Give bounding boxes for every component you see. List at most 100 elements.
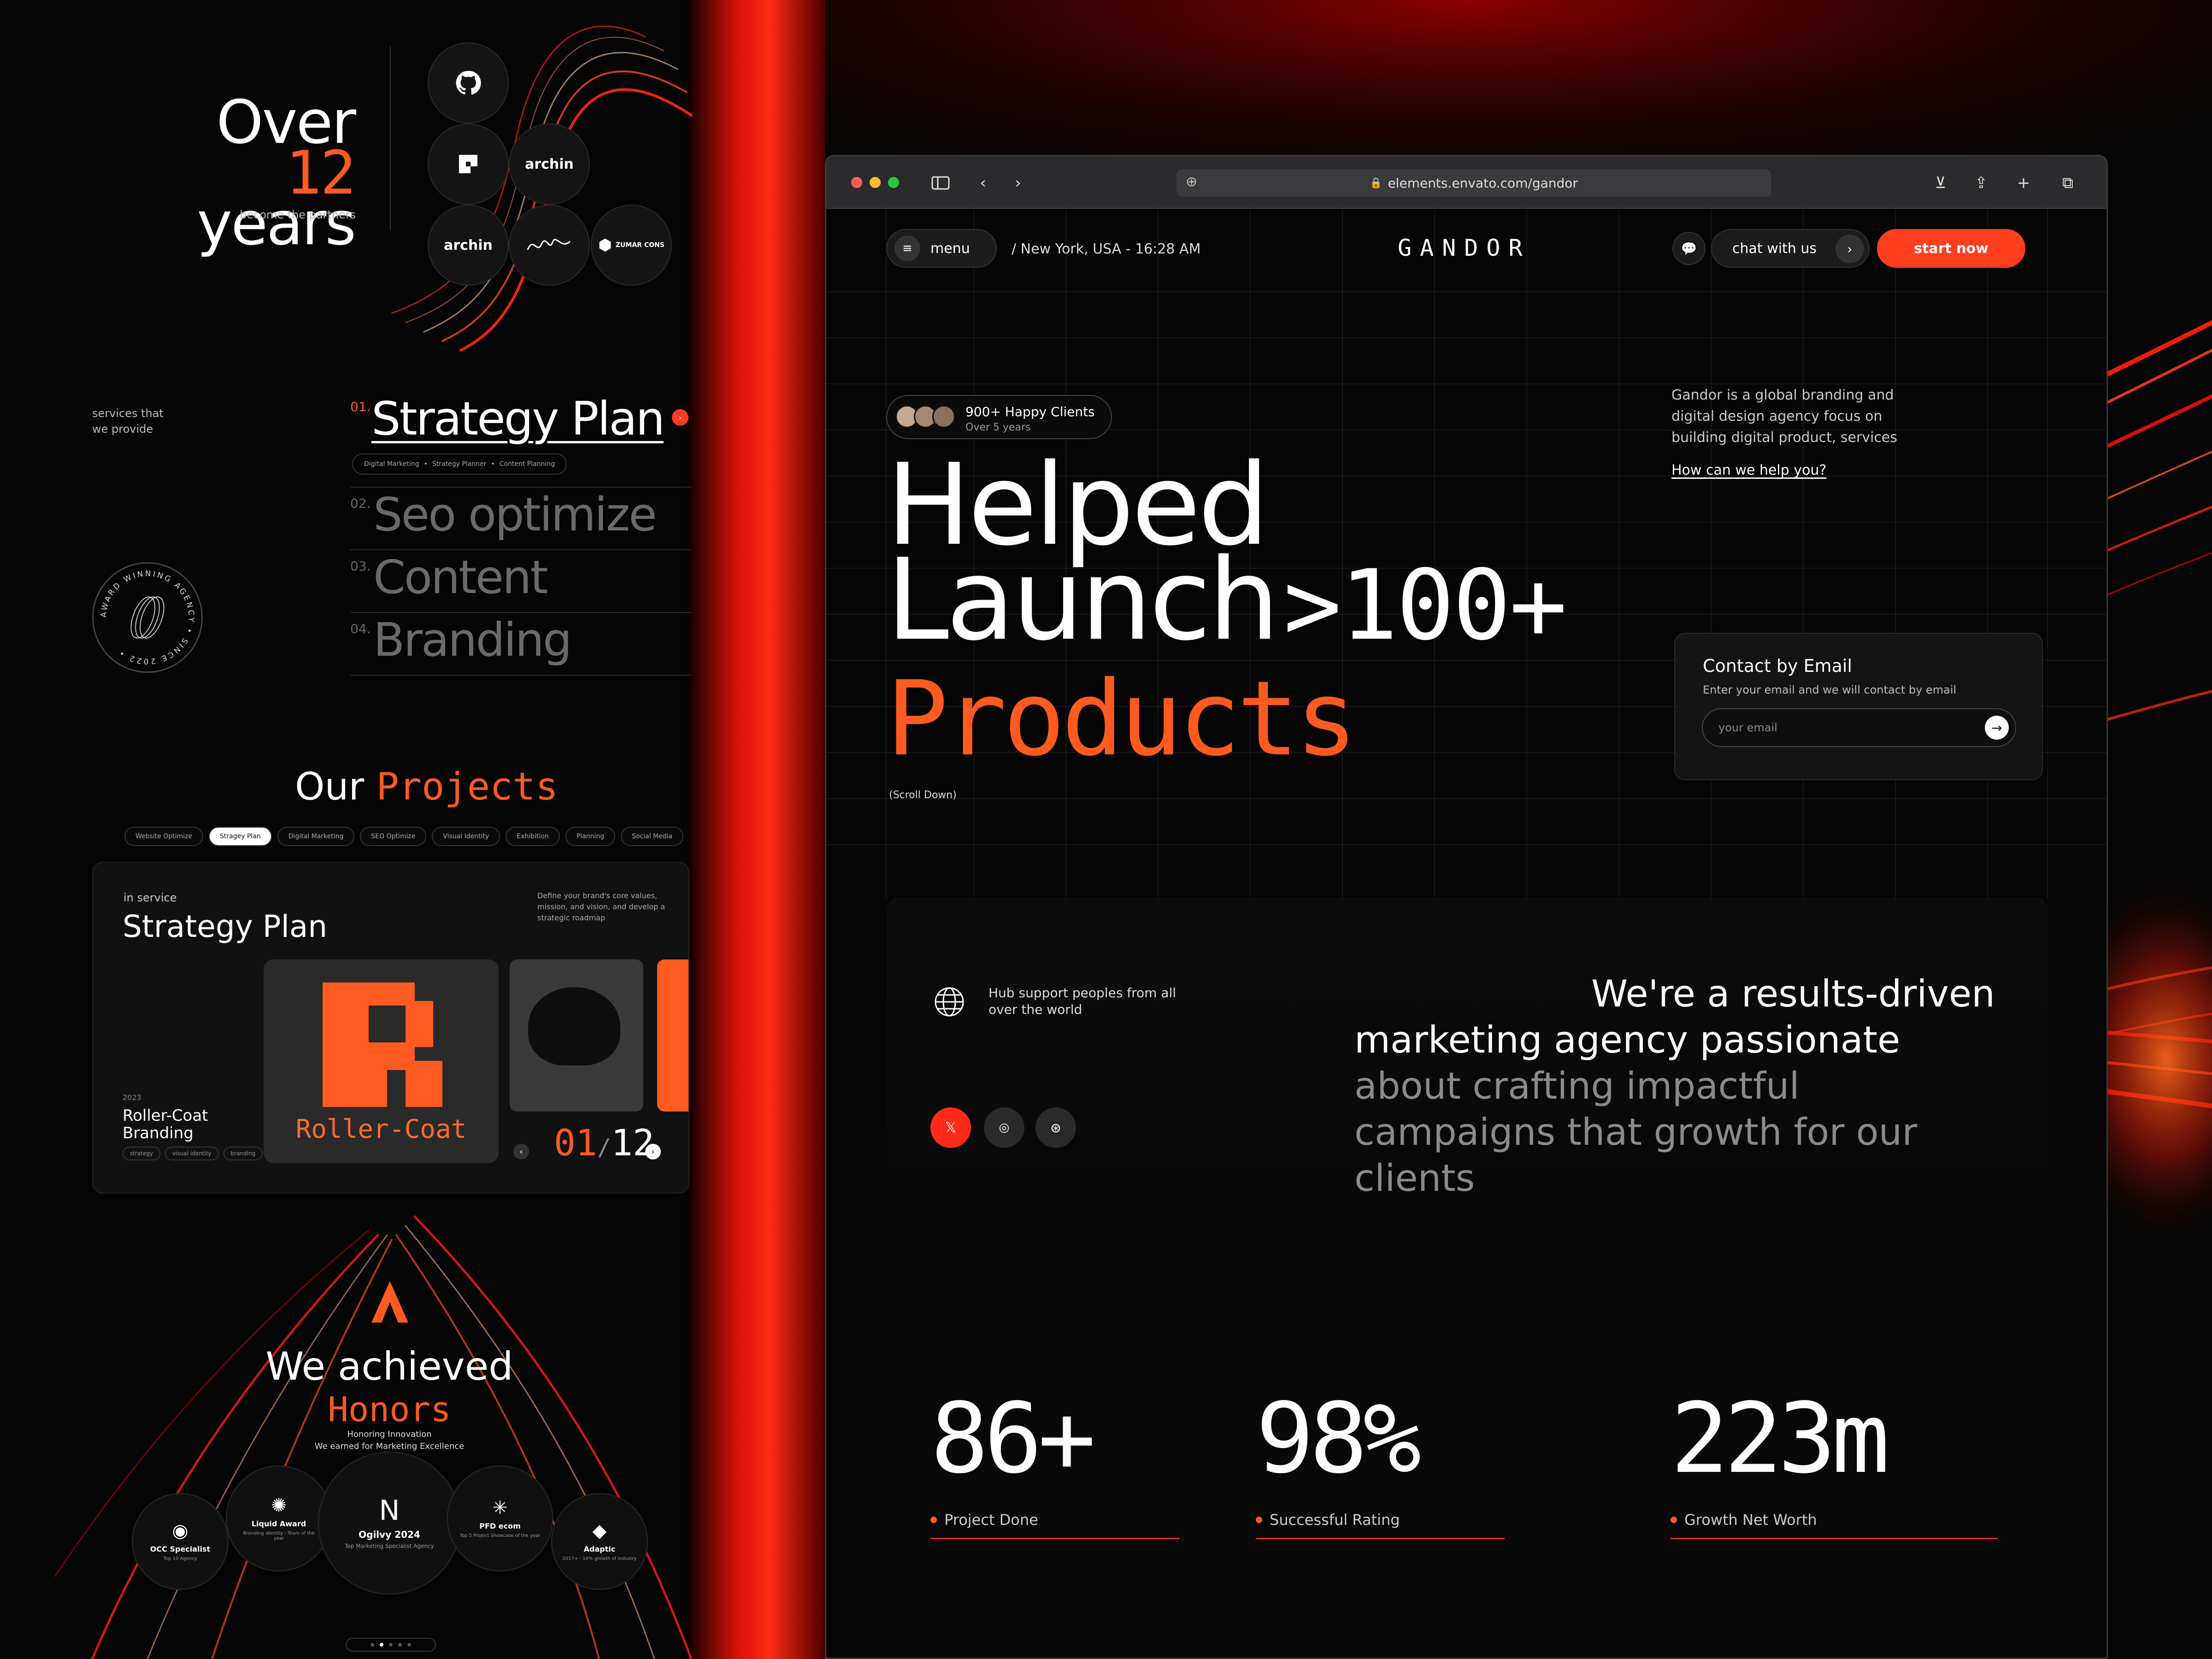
project-image-roller-coat[interactable]: Roller-Coat — [264, 959, 499, 1163]
help-link[interactable]: How can we help you? — [1671, 462, 1826, 478]
maximize-window-button[interactable] — [888, 177, 899, 188]
mission-statement: We're a results-driven marketing agency … — [1354, 972, 1995, 1200]
stat-label-rating: Successful Rating — [1256, 1511, 1400, 1529]
tabs-overview-icon[interactable]: ⧉ — [2058, 173, 2078, 193]
partner-logo-signature[interactable] — [509, 205, 590, 286]
chip-exhibition[interactable]: Exhibition — [506, 827, 560, 846]
start-now-button[interactable]: start now — [1877, 229, 2025, 268]
instagram-icon[interactable]: ◎ — [984, 1107, 1024, 1148]
stat-label-net-worth: Growth Net Worth — [1671, 1511, 1817, 1529]
stat-value-net-worth: 223m — [1671, 1382, 1890, 1495]
contact-title: Contact by Email — [1703, 656, 1853, 676]
service-number: 02. — [350, 496, 371, 511]
website-page: ≡ menu / New York, USA - 16:28 AM GANDOR… — [826, 209, 2106, 1658]
honor-adaptic[interactable]: ◆ Adaptic 2017+ - 10% growth of industry — [551, 1493, 648, 1590]
dribbble-icon[interactable]: ⊛ — [1035, 1107, 1076, 1148]
stat-underline — [930, 1538, 1179, 1539]
honors-pager[interactable] — [346, 1638, 436, 1652]
chip-website-optimize[interactable]: Website Optimize — [124, 827, 204, 846]
projects-title: Our Projects — [295, 765, 559, 809]
partner-logo-square[interactable] — [428, 124, 509, 205]
service-branding[interactable]: Branding — [373, 613, 572, 667]
arrow-right-icon[interactable]: › — [672, 409, 688, 426]
hero-products: Products — [886, 659, 1358, 779]
achieved-subtitle: Honoring Innovation We earned for Market… — [314, 1430, 465, 1451]
divider — [390, 46, 391, 230]
pager-dot[interactable] — [398, 1643, 402, 1647]
signature-logo-icon — [527, 239, 571, 250]
card-title: Strategy Plan — [123, 909, 328, 944]
prev-arrow-icon[interactable]: ‹ — [513, 1144, 529, 1159]
forward-icon[interactable]: › — [1008, 173, 1028, 193]
honor-pfd[interactable]: ✳ PFD ecom Top 5 Project Showcase of the… — [447, 1465, 553, 1571]
card-year: 2023 — [123, 1093, 141, 1102]
chip-planning[interactable]: Planning — [565, 827, 616, 846]
card-tag: visual identity — [165, 1147, 219, 1160]
chat-button[interactable]: chat with us › — [1711, 229, 1870, 268]
chip-visual-identity[interactable]: Visual Identity — [432, 827, 500, 846]
occ-icon: ◉ — [172, 1520, 188, 1541]
service-content[interactable]: Content — [373, 550, 548, 604]
avatar — [932, 405, 955, 428]
roller-coat-logo-icon — [323, 982, 442, 1107]
github-logo[interactable] — [428, 42, 509, 124]
submit-arrow-icon[interactable]: → — [1985, 716, 2009, 740]
sidebar-glyph — [931, 176, 950, 190]
hero-headline: Helped Launch — [886, 440, 1280, 665]
partner-logo-zumar[interactable]: ⬢ ZUMAR CONS — [591, 205, 672, 286]
chip-social-media[interactable]: Social Media — [621, 827, 684, 846]
card-description: Define your brand's core values, mission… — [537, 891, 665, 922]
support-text: Hub support peoples from all over the wo… — [988, 985, 1177, 1017]
partners-subtitle: become the partners — [240, 208, 356, 221]
chat-bubble-icon[interactable]: 💬 — [1672, 232, 1706, 265]
chip-digital-marketing[interactable]: Digital Marketing — [277, 827, 355, 846]
lock-icon: 🔒 — [1370, 177, 1382, 189]
email-field[interactable] — [1702, 708, 2016, 747]
address-bar[interactable]: ⊕ 🔒 elements.envato.com/gandor — [1177, 169, 1771, 197]
menu-button[interactable]: ≡ menu — [886, 229, 997, 268]
chip-seo-optimize[interactable]: SEO Optimize — [360, 827, 427, 846]
browser-window: ‹ › ⊕ 🔒 elements.envato.com/gandor ⊻ ⇪ +… — [825, 155, 2108, 1659]
sidebar-icon[interactable] — [930, 173, 951, 193]
services-label: services that we provide — [92, 407, 164, 435]
service-strategy-plan[interactable]: Strategy Plan — [371, 392, 665, 446]
site-settings-icon[interactable]: ⊕ — [1186, 174, 1197, 190]
new-tab-icon[interactable]: + — [2013, 173, 2034, 193]
achieved-title: We achieved Honors — [265, 1344, 513, 1430]
pager-dot-active[interactable] — [380, 1643, 383, 1647]
next-arrow-icon[interactable]: › — [645, 1144, 661, 1159]
pager-dot[interactable] — [371, 1643, 374, 1647]
honor-ogilvy[interactable]: N Ogilvy 2024 Top Marketing Specialist A… — [318, 1452, 461, 1594]
service-seo-optimize[interactable]: Seo optimize — [373, 488, 657, 541]
partner-logo-archin[interactable]: archin — [509, 124, 590, 205]
back-icon[interactable]: ‹ — [973, 173, 993, 193]
left-showcase-column: Over 12 years become the partners archin… — [0, 0, 724, 1659]
minimize-window-button[interactable] — [870, 177, 881, 188]
pager-dot[interactable] — [407, 1643, 411, 1647]
honor-liquid[interactable]: ✺ Liquid Award Branding identity - Team … — [226, 1465, 332, 1571]
orange-dot — [1671, 1517, 1677, 1523]
years-headline: Over 12 years — [197, 87, 356, 259]
share-icon[interactable]: ⇪ — [1971, 173, 1991, 193]
close-window-button[interactable] — [851, 177, 862, 188]
project-image-next[interactable] — [657, 959, 688, 1112]
project-image-cap[interactable] — [510, 959, 643, 1112]
service-tags: Digital Marketing • Strategy Planner • Con… — [352, 453, 567, 475]
pager-dot[interactable] — [389, 1643, 393, 1647]
hamburger-icon: ≡ — [894, 235, 920, 261]
divider — [350, 675, 691, 676]
brand-logo[interactable]: GANDOR — [1398, 235, 1531, 261]
honor-occ[interactable]: ◉ OCC Specialist Top 10 Agency — [132, 1493, 229, 1590]
adaptic-icon: ◆ — [592, 1520, 607, 1541]
happy-clients-pill: 900+ Happy Clients Over 5 years — [886, 395, 1112, 439]
chip-strategy-plan[interactable]: Stragey Plan — [209, 827, 272, 846]
clients-period: Over 5 years — [965, 422, 1031, 433]
download-icon[interactable]: ⊻ — [1930, 173, 1951, 193]
scroll-hint[interactable]: (Scroll Down) — [889, 789, 957, 801]
liquid-award-icon: ✺ — [271, 1494, 287, 1516]
mission-panel: Hub support peoples from all over the wo… — [887, 897, 2048, 1658]
x-social-icon[interactable]: 𝕏 — [930, 1107, 971, 1148]
partner-logo-archin-2[interactable]: archin — [428, 205, 509, 286]
stat-value-rating: 98% — [1256, 1382, 1421, 1495]
chevron-right-icon: › — [1835, 235, 1864, 263]
